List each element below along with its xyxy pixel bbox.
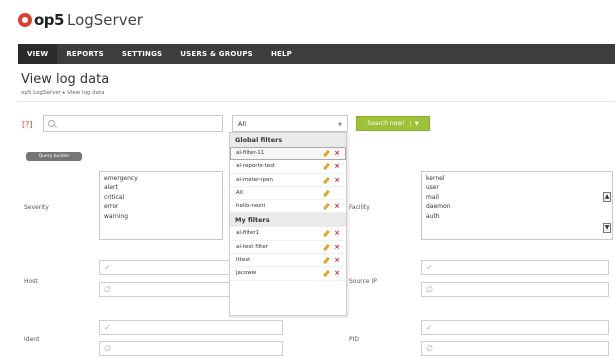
facility-listbox[interactable]: kernel user mail daemon auth ▲ ▼ <box>421 171 613 240</box>
search-now-button[interactable]: Search now! ▼ <box>356 116 430 131</box>
edit-icon[interactable] <box>323 256 330 265</box>
filter-menu-item[interactable]: al-filter1 × <box>230 227 346 241</box>
filter-dropdown-menu: Global filters al-filter-11 × al-reports-… <box>229 132 347 316</box>
global-filters-heading: Global filters <box>230 133 346 147</box>
facility-label: Facility <box>349 204 370 211</box>
delete-icon[interactable]: × <box>334 200 340 213</box>
filter-menu-item[interactable]: ittest × <box>230 254 346 268</box>
severity-option[interactable]: critical <box>104 193 218 202</box>
breadcrumb-root[interactable]: op5 LogServer <box>21 90 61 96</box>
pid-include-input[interactable]: ✓ <box>421 320 609 335</box>
logo-product: LogServer <box>66 11 143 29</box>
ident-label: Ident <box>24 336 40 343</box>
scroll-up-icon[interactable]: ▲ <box>603 192 611 202</box>
help-bracket[interactable]: [?] <box>22 120 33 129</box>
filter-menu-item[interactable]: al-reports-test × <box>230 160 346 174</box>
filter-menu-item[interactable]: al-filter-11 × <box>230 147 346 161</box>
filter-menu-item[interactable]: al-meter-ipen × <box>230 174 346 187</box>
app-logo[interactable]: op5 LogServer <box>18 9 143 31</box>
source-ip-include-input[interactable]: ✓ <box>421 260 609 275</box>
edit-icon[interactable] <box>323 149 330 158</box>
chevron-down-icon[interactable]: ▼ <box>409 120 419 127</box>
facility-option[interactable]: mail <box>426 193 608 202</box>
ident-exclude-input[interactable]: ∅ <box>99 341 283 356</box>
facility-option[interactable]: daemon <box>426 202 608 211</box>
filter-menu-item[interactable]: All <box>230 187 346 201</box>
scroll-down-icon[interactable]: ▼ <box>603 223 611 233</box>
nav-users-groups[interactable]: USERS & GROUPS <box>171 50 262 58</box>
severity-listbox[interactable]: emergency alert critical error warning <box>99 171 223 240</box>
ident-include-input[interactable]: ✓ <box>99 320 283 335</box>
filter-menu-item[interactable]: al-test filter × <box>230 241 346 255</box>
edit-icon[interactable] <box>323 270 330 278</box>
nav-help[interactable]: HELP <box>262 50 301 58</box>
delete-icon[interactable]: × <box>334 147 340 160</box>
nav-view[interactable]: VIEW <box>18 44 58 64</box>
search-input[interactable] <box>43 115 223 132</box>
source-ip-label: Source IP <box>349 278 377 285</box>
delete-icon[interactable]: × <box>334 227 340 240</box>
filter-menu-item-label: hello-nexti <box>236 203 266 210</box>
include-icon: ✓ <box>104 263 111 272</box>
query-builder-toggle[interactable]: Query builder <box>26 152 82 161</box>
include-icon: ✓ <box>426 263 433 272</box>
filter-menu-item-label: ittest <box>236 257 251 264</box>
query-builder-label: Query builder <box>38 154 70 159</box>
filter-menu-item-label: al-filter-11 <box>236 150 265 156</box>
breadcrumb-separator: ▸ <box>62 90 66 96</box>
severity-label: Severity <box>24 204 49 211</box>
filter-select-value: All <box>238 120 247 128</box>
facility-option[interactable]: user <box>426 183 608 192</box>
severity-option[interactable]: error <box>104 202 218 211</box>
page-title: View log data <box>21 72 110 87</box>
edit-icon[interactable] <box>323 189 330 198</box>
breadcrumb: op5 LogServer ▸ View log data <box>21 90 105 96</box>
source-ip-exclude-input[interactable]: ∅ <box>421 282 609 297</box>
filter-menu-item[interactable]: jacoww × <box>230 267 346 281</box>
edit-icon[interactable] <box>323 163 330 171</box>
edit-icon[interactable] <box>323 230 330 238</box>
filter-menu-item-label: jacoww <box>236 270 257 277</box>
host-label: Host <box>24 278 38 285</box>
nav-reports[interactable]: REPORTS <box>57 50 113 58</box>
include-icon: ✓ <box>104 323 111 332</box>
severity-option[interactable]: emergency <box>104 174 218 183</box>
include-icon: ✓ <box>426 323 433 332</box>
facility-option[interactable]: auth <box>426 212 608 221</box>
severity-option[interactable]: warning <box>104 212 218 221</box>
delete-icon[interactable]: × <box>334 254 340 267</box>
search-icon <box>48 120 55 127</box>
delete-icon[interactable]: × <box>334 160 340 173</box>
filter-select[interactable]: All ▼ <box>232 115 348 132</box>
nav-settings[interactable]: SETTINGS <box>113 50 171 58</box>
exclude-icon: ∅ <box>426 344 433 353</box>
search-now-label: Search now! <box>367 120 405 127</box>
filter-menu-item-label: al-test filter <box>236 243 268 250</box>
filter-menu-item-label: All <box>236 189 243 196</box>
filter-menu-item-label: al-filter1 <box>236 230 260 237</box>
delete-icon[interactable]: × <box>334 174 340 187</box>
severity-option[interactable]: alert <box>104 183 218 192</box>
edit-icon[interactable] <box>323 176 330 184</box>
facility-option[interactable]: kernel <box>426 174 608 183</box>
pid-exclude-input[interactable]: ∅ <box>421 341 609 356</box>
breadcrumb-current: View log data <box>67 90 105 96</box>
delete-icon[interactable]: × <box>334 267 340 280</box>
filter-menu-item[interactable]: hello-nexti × <box>230 200 346 214</box>
my-filters-heading: My filters <box>230 213 346 228</box>
filter-menu-item-label: al-reports-test <box>236 163 276 170</box>
exclude-icon: ∅ <box>104 344 111 353</box>
pid-label: PID <box>349 336 360 343</box>
exclude-icon: ∅ <box>104 285 111 294</box>
edit-icon[interactable] <box>323 243 330 251</box>
chevron-down-icon: ▼ <box>338 122 342 128</box>
filter-menu-item-label: al-meter-ipen <box>236 176 273 183</box>
delete-icon[interactable]: × <box>334 241 340 254</box>
main-nav: VIEW REPORTS SETTINGS USERS & GROUPS HEL… <box>18 44 615 64</box>
op5-logo-icon <box>18 13 32 27</box>
exclude-icon: ∅ <box>426 285 433 294</box>
edit-icon[interactable] <box>323 203 330 211</box>
logo-brand: op5 <box>34 11 64 29</box>
divider <box>18 101 615 102</box>
